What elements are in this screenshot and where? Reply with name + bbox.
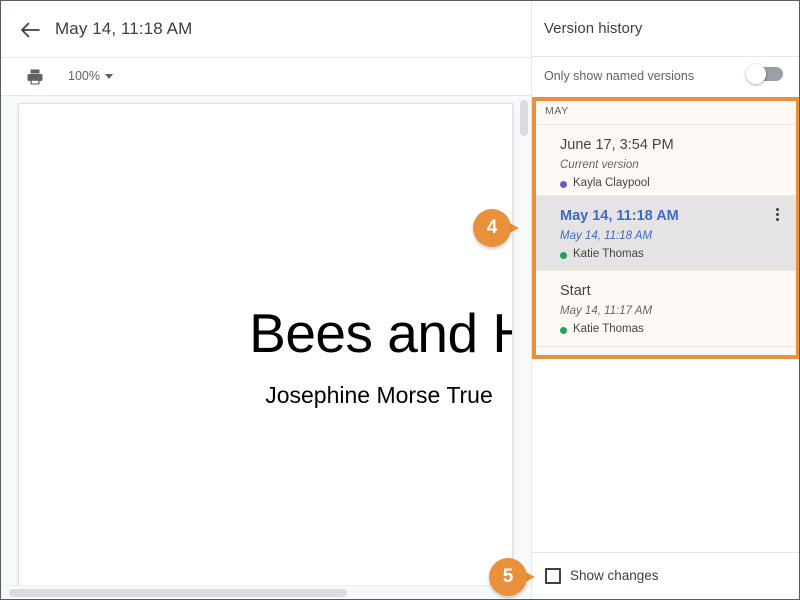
document-canvas: Bees and Honey Josephine Morse True (1, 96, 531, 599)
show-changes-checkbox[interactable] (545, 568, 561, 584)
author-name: Katie Thomas (573, 248, 644, 260)
version-history-title: Version history (544, 20, 643, 37)
only-show-named-versions-row: Only show named versions (532, 58, 799, 97)
horizontal-scrollbar[interactable] (1, 585, 531, 599)
version-subtitle: Current version (560, 159, 639, 171)
author-color-dot (560, 327, 567, 334)
version-name: June 17, 3:54 PM (560, 137, 674, 153)
list-item[interactable]: Start May 14, 11:17 AM Katie Thomas (532, 270, 799, 347)
only-show-named-versions-label: Only show named versions (544, 69, 695, 83)
author-name: Kayla Claypool (573, 177, 650, 189)
callout-badge-4: 4 (473, 209, 519, 247)
author-name: Katie Thomas (573, 323, 644, 335)
version-history-screen: May 14, 11:18 AM 100% Bees and Honey Jos… (0, 0, 800, 600)
print-icon[interactable] (25, 67, 45, 87)
version-name: May 14, 11:18 AM (560, 208, 679, 224)
vertical-scrollbar[interactable] (520, 100, 528, 136)
callout-number: 5 (489, 558, 527, 596)
version-author: Katie Thomas (560, 248, 644, 260)
author-color-dot (560, 181, 567, 188)
version-name: Start (560, 283, 591, 299)
version-list: MAY June 17, 3:54 PM Current version Kay… (532, 97, 799, 552)
document-toolbar: 100% (1, 58, 531, 96)
more-vertical-icon[interactable] (769, 208, 785, 224)
chevron-down-icon[interactable] (105, 74, 113, 79)
toggle-knob (746, 64, 766, 84)
zoom-level-value[interactable]: 100% (68, 69, 100, 83)
version-subtitle: May 14, 11:18 AM (560, 230, 653, 242)
only-show-named-versions-toggle[interactable] (746, 64, 783, 84)
back-arrow-icon[interactable] (17, 17, 43, 43)
page-title: May 14, 11:18 AM (55, 19, 193, 38)
document-heading: Bees and Honey (249, 302, 512, 364)
document-pane: May 14, 11:18 AM 100% Bees and Honey Jos… (1, 1, 531, 599)
document-author-line: Josephine Morse True (265, 382, 493, 408)
callout-number: 4 (473, 209, 511, 247)
month-label: MAY (545, 105, 569, 117)
callout-badge-5: 5 (489, 558, 535, 596)
show-changes-label[interactable]: Show changes (570, 568, 659, 583)
author-color-dot (560, 252, 567, 259)
version-history-panel: Version history Only show named versions… (531, 1, 799, 599)
list-item[interactable]: May 14, 11:18 AM May 14, 11:18 AM Katie … (532, 196, 799, 270)
document-header: May 14, 11:18 AM (1, 1, 531, 58)
version-history-header: Version history (532, 1, 799, 57)
version-subtitle: May 14, 11:17 AM (560, 305, 653, 317)
month-band: MAY (532, 97, 799, 125)
horizontal-scrollbar-thumb[interactable] (9, 589, 347, 597)
version-author: Kayla Claypool (560, 177, 650, 189)
version-author: Katie Thomas (560, 323, 644, 335)
list-item[interactable]: June 17, 3:54 PM Current version Kayla C… (532, 125, 799, 196)
document-page: Bees and Honey Josephine Morse True (18, 103, 513, 588)
version-history-footer: Show changes (532, 552, 799, 599)
